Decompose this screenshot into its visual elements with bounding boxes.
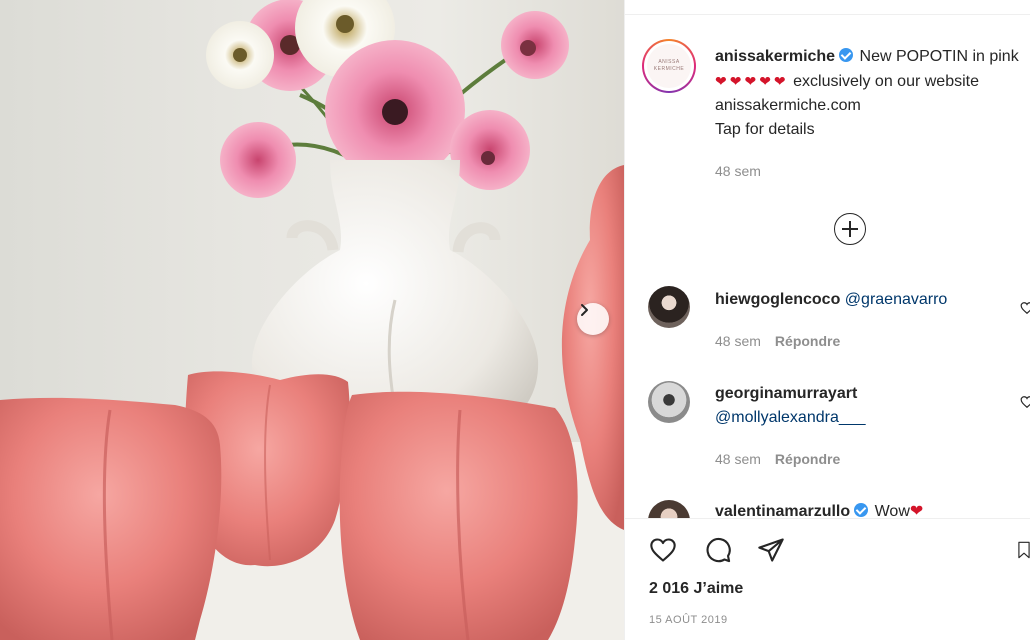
caption-line-3: exclusively on: [793, 73, 893, 90]
caption-hearts: ❤❤❤❤❤: [715, 73, 789, 89]
comment-avatar[interactable]: [648, 500, 690, 518]
caption-line-5: Tap for details: [715, 121, 815, 138]
comment-like-icon[interactable]: [1020, 301, 1030, 315]
paper-plane-icon: [758, 538, 784, 562]
post-time[interactable]: 48 sem: [715, 163, 761, 179]
comment-like-icon[interactable]: [1020, 395, 1030, 409]
chevron-right-icon: [581, 304, 588, 316]
comment-mention[interactable]: @graenavarro: [845, 291, 948, 308]
comment-username[interactable]: hiewgoglencoco: [715, 291, 840, 308]
verified-badge-icon: [839, 48, 854, 62]
post-caption: anissakermiche New POPOTIN in pink ❤❤❤❤❤…: [715, 45, 1027, 142]
post-image-illustration: [0, 0, 624, 640]
author-avatar[interactable]: ANISSA KERMICHE: [642, 39, 696, 93]
next-image-button[interactable]: [577, 303, 609, 335]
header-divider: [625, 14, 1030, 15]
comment-mention[interactable]: @mollyalexandra___: [715, 409, 866, 426]
comment-username[interactable]: valentinamarzullo: [715, 503, 850, 518]
save-button[interactable]: [1017, 533, 1030, 567]
comment-meta: 48 sem Répondre: [715, 451, 840, 467]
post-date: 15 AOÛT 2019: [649, 614, 728, 626]
like-count[interactable]: 2 016 J’aime: [649, 580, 743, 598]
post-photo[interactable]: [0, 0, 624, 640]
comment-time: 48 sem: [715, 333, 761, 349]
share-button[interactable]: [754, 533, 788, 567]
load-more-comments-button[interactable]: [834, 213, 866, 245]
comment-avatar[interactable]: [648, 286, 690, 328]
comment-text: hiewgoglencoco @graenavarro: [715, 288, 947, 312]
comment-username[interactable]: georginamurrayart: [715, 385, 857, 402]
footer-divider: [625, 518, 1030, 519]
comment-emoji: ❤: [909, 503, 924, 518]
post-action-bar: [625, 533, 1030, 571]
comment-avatar[interactable]: [648, 381, 690, 423]
bookmark-icon: [1018, 541, 1030, 559]
reply-button[interactable]: Répondre: [775, 333, 840, 349]
reply-button[interactable]: Répondre: [775, 451, 840, 467]
comment-text: georginamurrayart @mollyalexandra___: [715, 382, 1015, 430]
heart-outline-icon: [650, 538, 676, 562]
comment-time: 48 sem: [715, 451, 761, 467]
caption-line-1: New POPOTIN in: [859, 48, 985, 65]
author-username[interactable]: anissakermiche: [715, 48, 835, 65]
avatar-logo-text: ANISSA KERMICHE: [653, 59, 685, 72]
comment-body: Wow: [874, 503, 910, 518]
post-side-panel: ANISSA KERMICHE anissakermiche New POPOT…: [624, 0, 1030, 640]
speech-bubble-icon: [706, 537, 731, 563]
comment-clip: valentinamarzullo Wow❤: [625, 490, 1030, 518]
comment-button[interactable]: [701, 533, 735, 567]
comment-text: valentinamarzullo Wow❤: [715, 500, 923, 518]
caption-line-2: pink: [989, 48, 1019, 65]
verified-badge-icon: [854, 503, 869, 517]
like-button[interactable]: [646, 533, 680, 567]
comment-meta: 48 sem Répondre: [715, 333, 840, 349]
